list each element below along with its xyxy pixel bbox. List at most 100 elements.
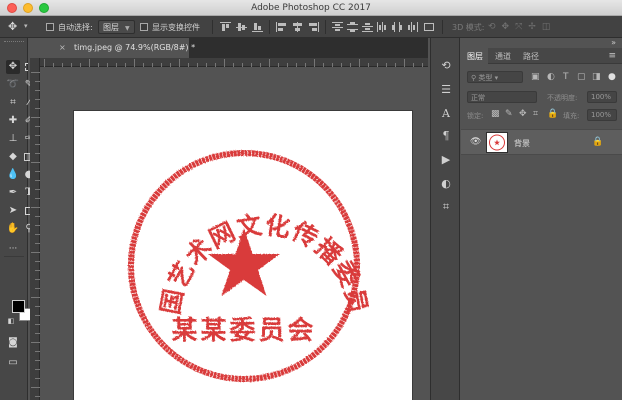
- quick-mask-icon[interactable]: ◙: [6, 336, 20, 350]
- opacity-input[interactable]: 100%: [587, 91, 617, 103]
- 3d-mode-tools-icon[interactable]: ⟲✥⤧✢◫: [488, 22, 556, 32]
- panel-menu-icon[interactable]: ≡: [608, 51, 616, 61]
- healing-brush-tool-icon[interactable]: ✚: [6, 114, 20, 128]
- vertical-ruler[interactable]: [30, 58, 40, 400]
- auto-select-value: 图层: [103, 23, 119, 32]
- lock-label: 锁定:: [467, 112, 484, 120]
- ruler-tick: [323, 63, 324, 67]
- distribute-vcenter-icon[interactable]: [347, 22, 358, 32]
- lock-artboard-icon[interactable]: ⌗: [533, 109, 538, 119]
- align-left-icon[interactable]: [276, 22, 287, 32]
- filter-shape-icon[interactable]: ▢: [577, 72, 586, 82]
- document-tab[interactable]: × timg.jpeg @ 74.9%(RGB/8#) *: [30, 38, 195, 58]
- filter-smart-object-icon[interactable]: ◨: [592, 72, 601, 82]
- distribute-bottom-icon[interactable]: [362, 22, 373, 32]
- panel-tab-bar: 图层 通道 路径 ≡: [461, 48, 622, 64]
- ruler-tick: [107, 63, 108, 67]
- align-bottom-icon[interactable]: [252, 22, 263, 32]
- horizontal-ruler[interactable]: [40, 58, 428, 67]
- title-bar: Adobe Photoshop CC 2017: [0, 0, 622, 16]
- filter-type-icon[interactable]: T: [563, 72, 569, 82]
- ruler-tick: [188, 63, 189, 67]
- tab-paths[interactable]: 路径: [523, 51, 539, 62]
- more-tools-icon[interactable]: ···: [6, 242, 20, 256]
- path-selection-tool-icon[interactable]: ➤: [6, 204, 20, 218]
- move-tool-icon[interactable]: ✥: [6, 60, 20, 74]
- tab-channels[interactable]: 通道: [495, 51, 511, 62]
- ruler-tick: [35, 279, 40, 280]
- show-transform-checkbox[interactable]: [140, 23, 148, 31]
- distribute-left-icon[interactable]: [377, 22, 388, 32]
- visibility-eye-icon[interactable]: 👁: [470, 137, 481, 147]
- character-panel-icon[interactable]: A: [439, 106, 453, 120]
- layer-row[interactable]: 👁 背景 🔒: [461, 129, 622, 155]
- crop-tool-icon[interactable]: ⌗: [6, 96, 20, 110]
- eraser-tool-icon[interactable]: ◆: [6, 150, 20, 164]
- lock-pixels-icon[interactable]: ✎: [505, 109, 513, 119]
- blur-tool-icon[interactable]: 💧: [6, 168, 20, 182]
- divider: [442, 20, 443, 34]
- adjustments-panel-icon[interactable]: ◐: [439, 176, 453, 190]
- history-panel-icon[interactable]: ⟲: [439, 58, 453, 72]
- paragraph-panel-icon[interactable]: ¶: [439, 128, 453, 142]
- ruler-tick: [62, 63, 63, 67]
- fill-label: 填充:: [563, 112, 580, 120]
- chevron-down-icon: ▼: [125, 25, 130, 32]
- panel-grip[interactable]: [4, 41, 24, 45]
- distribute-hcenter-icon[interactable]: [392, 22, 403, 32]
- filter-adjustment-icon[interactable]: ◐: [547, 72, 555, 82]
- ruler-tick: [35, 135, 40, 136]
- ruler-tick: [31, 162, 40, 163]
- ruler-tick: [413, 63, 414, 67]
- fill-input[interactable]: 100%: [587, 109, 617, 121]
- auto-select-dropdown[interactable]: 图层 ▼: [98, 20, 135, 34]
- ruler-tick: [170, 63, 171, 67]
- layer-kind-filter[interactable]: ⚲ 类型 ▾: [467, 71, 523, 83]
- align-top-icon[interactable]: [220, 22, 231, 32]
- ruler-tick: [359, 59, 360, 67]
- properties-panel-icon[interactable]: ☰: [439, 82, 453, 96]
- default-colors-icon[interactable]: ◧: [4, 314, 18, 328]
- close-tab-icon[interactable]: ×: [59, 43, 66, 52]
- layer-name[interactable]: 背景: [514, 138, 530, 149]
- blend-mode-dropdown[interactable]: 正常: [467, 91, 537, 103]
- lasso-tool-icon[interactable]: ➰: [6, 78, 20, 92]
- align-hcenter-icon[interactable]: [292, 22, 303, 32]
- filter-pixel-icon[interactable]: ▣: [531, 72, 540, 82]
- filter-toggle-icon[interactable]: ●: [608, 72, 616, 82]
- hand-tool-icon[interactable]: ✋: [6, 222, 20, 236]
- tab-layers[interactable]: 图层: [467, 51, 483, 62]
- pen-tool-icon[interactable]: ✒: [6, 186, 20, 200]
- lock-transparent-icon[interactable]: ▩: [491, 109, 500, 119]
- canvas-area[interactable]: 中国艺术网文化传播委员会 某某委员会: [41, 68, 428, 400]
- collapse-panels-icon[interactable]: »: [611, 38, 616, 47]
- screen-mode-icon[interactable]: ▭: [6, 356, 20, 370]
- align-vcenter-icon[interactable]: [236, 22, 247, 32]
- crop-panel-icon[interactable]: ⌗: [439, 200, 453, 214]
- ruler-tick: [35, 261, 40, 262]
- ruler-tick: [206, 63, 207, 67]
- distribute-top-icon[interactable]: [332, 22, 343, 32]
- clone-stamp-tool-icon[interactable]: ⊥: [6, 132, 20, 146]
- ruler-tick: [35, 180, 40, 181]
- lock-all-icon[interactable]: 🔒: [547, 109, 558, 119]
- align-right-icon[interactable]: [308, 22, 319, 32]
- lock-position-icon[interactable]: ✥: [519, 109, 527, 119]
- foreground-color-swatch[interactable]: [12, 300, 25, 313]
- opacity-label: 不透明度:: [547, 94, 578, 102]
- auto-select-checkbox[interactable]: [46, 23, 54, 31]
- ruler-tick: [98, 63, 99, 67]
- chevron-down-icon[interactable]: ▾: [24, 22, 28, 30]
- auto-align-icon[interactable]: [424, 22, 435, 32]
- seal-bottom-text: 某某委员会: [171, 316, 316, 346]
- ruler-tick: [35, 198, 40, 199]
- move-tool-preset-icon[interactable]: ✥: [8, 20, 17, 33]
- ruler-tick: [35, 315, 40, 316]
- ruler-tick: [314, 59, 315, 67]
- ruler-tick: [179, 59, 180, 67]
- distribute-right-icon[interactable]: [407, 22, 418, 32]
- document-canvas[interactable]: 中国艺术网文化传播委员会 某某委员会: [74, 111, 412, 400]
- 3d-mode-label: 3D 模式:: [452, 23, 485, 32]
- styles-panel-icon[interactable]: ▶: [439, 152, 453, 166]
- ruler-tick: [31, 387, 40, 388]
